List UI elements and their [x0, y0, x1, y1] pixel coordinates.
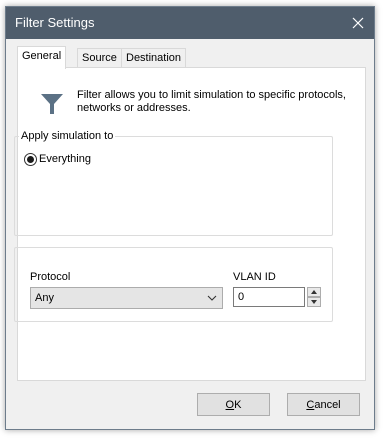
everything-radio-label[interactable]: Everything [39, 152, 91, 166]
tab-general[interactable]: General [17, 46, 67, 69]
filter-funnel-icon [41, 94, 63, 114]
spin-down-button[interactable] [307, 297, 321, 307]
vlan-id-spinner [307, 287, 321, 307]
tab-destination[interactable]: Destination [121, 48, 187, 67]
chevron-down-icon [207, 295, 217, 301]
filter-description-line2: networks or addresses. [77, 102, 191, 114]
spin-up-icon [311, 290, 317, 294]
ok-label-rest: K [234, 398, 242, 411]
everything-radio[interactable] [24, 152, 37, 166]
radio-selected-dot [27, 155, 34, 163]
vlan-id-label: VLAN ID [233, 271, 276, 283]
filter-description: Filter allows you to limit simulation to… [77, 89, 357, 115]
spin-down-icon [311, 300, 317, 304]
apply-simulation-legend: Apply simulation to [19, 129, 116, 143]
spin-up-button[interactable] [307, 287, 321, 297]
filter-info: Filter allows you to limit simulation to… [40, 89, 350, 119]
everything-radio-option[interactable]: Everything [24, 151, 91, 167]
ok-button[interactable]: OK [197, 393, 270, 416]
general-tab-panel: Filter allows you to limit simulation to… [14, 67, 366, 381]
title-bar[interactable]: Filter Settings [6, 7, 374, 39]
filter-description-line1: Filter allows you to limit simulation to… [77, 89, 346, 101]
protocol-select-value: Any [35, 292, 54, 304]
dialog-title: Filter Settings [15, 15, 95, 30]
close-button[interactable] [342, 7, 374, 39]
apply-simulation-group: Apply simulation to Everything [14, 129, 333, 236]
close-icon [352, 17, 364, 29]
ok-mnemonic: O [225, 398, 235, 411]
protocol-select[interactable]: Any [30, 287, 223, 309]
cancel-label-rest: ancel [314, 398, 341, 411]
protocol-vlan-group: Protocol VLAN ID Any [14, 247, 333, 322]
tab-source[interactable]: Source [77, 48, 122, 67]
protocol-label: Protocol [30, 271, 71, 283]
vlan-id-input[interactable] [233, 287, 305, 307]
cancel-button[interactable]: Cancel [287, 393, 360, 416]
filter-settings-dialog: Filter Settings General Source Destinati… [5, 6, 375, 430]
cancel-mnemonic: C [306, 398, 315, 411]
